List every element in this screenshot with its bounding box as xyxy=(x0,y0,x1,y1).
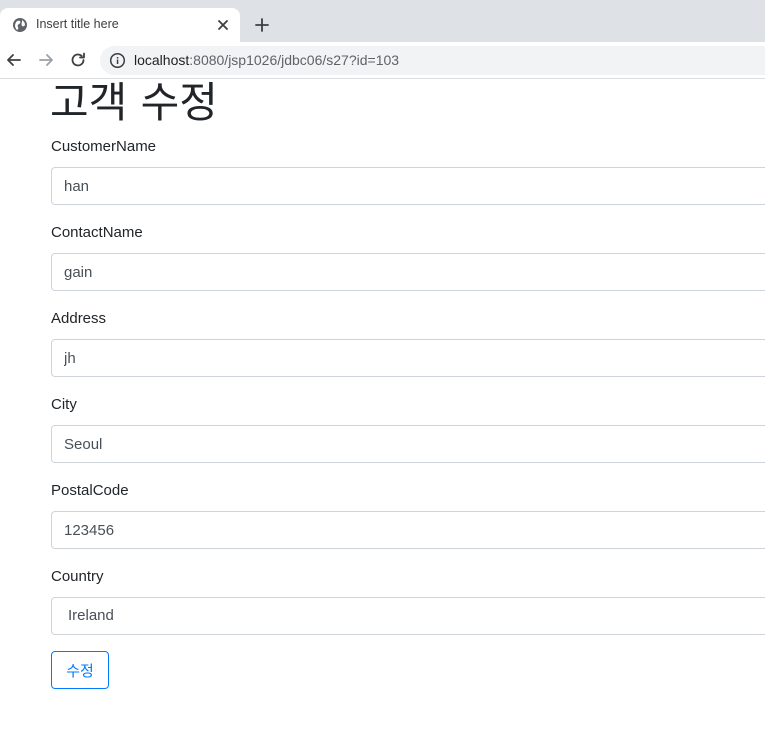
info-icon[interactable] xyxy=(109,52,126,69)
form-group-customer-name: CustomerName xyxy=(51,137,765,205)
url-text: localhost:8080/jsp1026/jdbc06/s27?id=103 xyxy=(134,52,399,68)
country-label: Country xyxy=(51,568,104,585)
page-content: 고객 수정 CustomerName ContactName Address C… xyxy=(0,79,765,739)
city-label: City xyxy=(51,396,77,413)
plus-icon[interactable] xyxy=(252,15,272,35)
page-title: 고객 수정 xyxy=(50,78,218,127)
reload-icon[interactable] xyxy=(68,50,88,70)
city-input[interactable] xyxy=(51,425,765,463)
submit-button[interactable]: 수정 xyxy=(51,651,109,689)
contact-name-input[interactable] xyxy=(51,253,765,291)
form-group-contact-name: ContactName xyxy=(51,223,765,291)
postal-code-label: PostalCode xyxy=(51,482,129,499)
customer-name-label: CustomerName xyxy=(51,138,157,155)
url-host: localhost xyxy=(134,52,190,68)
browser-tab[interactable]: Insert title here xyxy=(0,8,240,42)
close-icon[interactable] xyxy=(214,16,232,34)
globe-icon xyxy=(13,18,27,32)
customer-name-input[interactable] xyxy=(51,167,765,205)
tab-title: Insert title here xyxy=(36,17,119,31)
country-selected-value: Ireland xyxy=(68,607,114,624)
form-group-address: Address xyxy=(51,309,765,377)
form-group-postal-code: PostalCode xyxy=(51,481,765,549)
address-input[interactable] xyxy=(51,339,765,377)
forward-arrow-icon[interactable] xyxy=(36,50,56,70)
postal-code-input[interactable] xyxy=(51,511,765,549)
back-arrow-icon[interactable] xyxy=(4,50,24,70)
url-path: :8080/jsp1026/jdbc06/s27?id=103 xyxy=(189,52,400,68)
browser-toolbar: localhost:8080/jsp1026/jdbc06/s27?id=103 xyxy=(0,42,765,79)
form-group-country: Country Ireland xyxy=(51,567,765,635)
address-bar[interactable]: localhost:8080/jsp1026/jdbc06/s27?id=103 xyxy=(100,46,765,75)
contact-name-label: ContactName xyxy=(51,224,143,241)
form-group-city: City xyxy=(51,395,765,463)
address-label: Address xyxy=(51,310,107,327)
country-select[interactable]: Ireland xyxy=(51,597,765,635)
tab-strip: Insert title here xyxy=(0,0,765,42)
